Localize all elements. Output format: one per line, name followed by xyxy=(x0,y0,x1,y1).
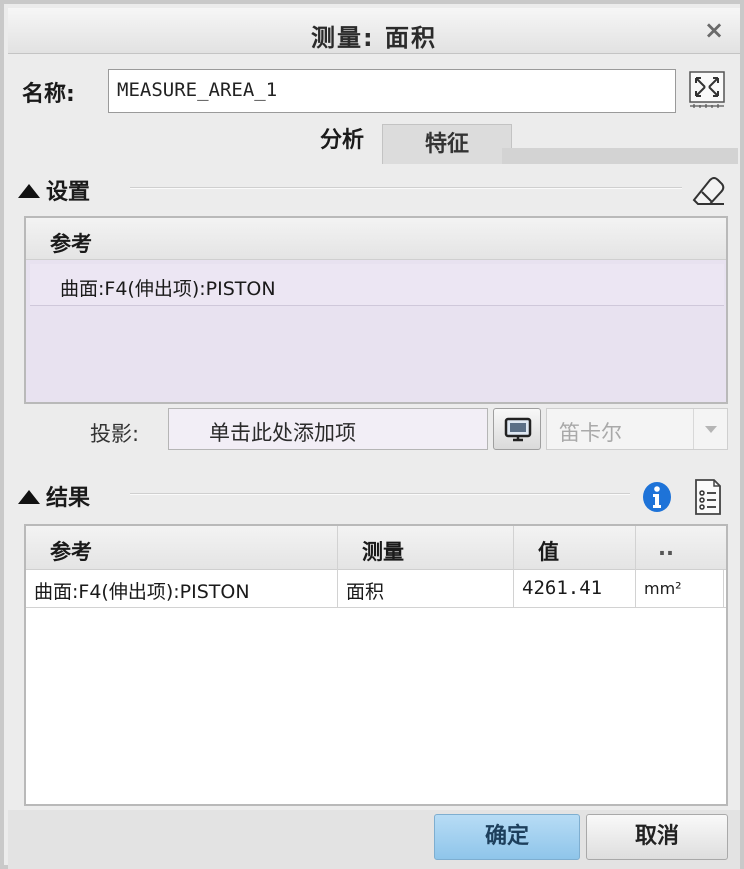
dialog-title: 测量: 面积 xyxy=(311,24,437,52)
col-header-unit[interactable]: .. xyxy=(636,526,726,570)
col-header-measure[interactable]: 测量 xyxy=(338,526,514,570)
projection-collector[interactable]: 单击此处添加项 xyxy=(168,408,488,450)
settings-section-header[interactable]: 设置 xyxy=(18,174,90,206)
collapse-triangle-icon[interactable] xyxy=(18,184,40,198)
reference-list-item[interactable]: 曲面:F4(伸出项):PISTON xyxy=(30,264,724,306)
result-reference-cell: 曲面:F4(伸出项):PISTON xyxy=(26,570,338,608)
measure-area-dialog: 测量: 面积 × 名称: MEASURE_AREA_1 分析 特征 设置 参考 … xyxy=(0,0,744,869)
title-bar[interactable]: 测量: 面积 × xyxy=(8,8,740,54)
settings-divider xyxy=(130,187,682,189)
result-unit-cell: mm² xyxy=(636,570,724,608)
projection-view-button[interactable] xyxy=(493,408,541,450)
results-header-label: 结果 xyxy=(46,486,91,511)
reference-collector[interactable]: 参考 曲面:F4(伸出项):PISTON xyxy=(24,216,728,404)
table-row[interactable]: 曲面:F4(伸出项):PISTON 面积 4261.41 mm² xyxy=(26,570,726,608)
close-button[interactable]: × xyxy=(700,16,728,44)
col-header-value[interactable]: 值 xyxy=(514,526,636,570)
projection-label: 投影: xyxy=(90,422,140,446)
eraser-icon[interactable] xyxy=(688,174,728,206)
name-label: 名称: xyxy=(22,82,75,107)
col-header-reference[interactable]: 参考 xyxy=(26,526,338,570)
results-table: 参考 测量 值 .. 曲面:F4(伸出项):PISTON 面积 4261.41 … xyxy=(24,524,728,806)
coordinate-system-value: 笛卡尔 xyxy=(559,421,622,445)
info-icon[interactable] xyxy=(641,480,673,514)
result-value-cell: 4261.41 xyxy=(514,570,636,608)
reference-column-header: 参考 xyxy=(26,218,726,260)
monitor-icon xyxy=(504,417,532,442)
results-table-header: 参考 测量 值 .. xyxy=(26,526,726,570)
tab-feature[interactable]: 特征 xyxy=(382,124,512,164)
fit-window-icon[interactable] xyxy=(688,70,726,112)
chevron-down-icon[interactable] xyxy=(693,409,727,449)
results-section-header[interactable]: 结果 xyxy=(18,480,90,512)
cancel-button[interactable]: 取消 xyxy=(586,814,728,860)
name-field[interactable]: MEASURE_AREA_1 xyxy=(108,69,676,113)
coordinate-system-select[interactable]: 笛卡尔 xyxy=(546,408,728,450)
settings-header-label: 设置 xyxy=(46,180,91,205)
details-list-icon[interactable] xyxy=(692,478,724,516)
tab-bar-filler xyxy=(502,148,738,164)
tab-analysis[interactable]: 分析 xyxy=(16,118,380,164)
collapse-triangle-icon[interactable] xyxy=(18,490,40,504)
results-divider xyxy=(130,493,630,495)
ok-button[interactable]: 确定 xyxy=(434,814,580,860)
result-measure-cell: 面积 xyxy=(338,570,514,608)
